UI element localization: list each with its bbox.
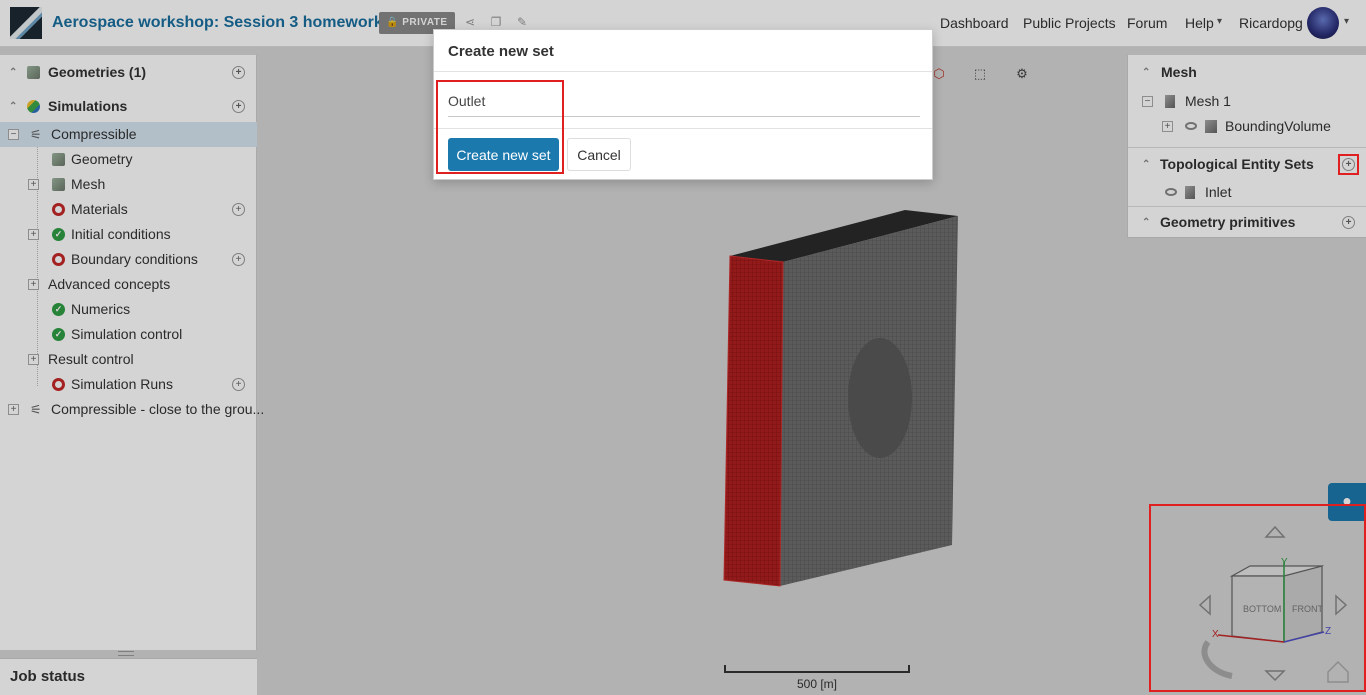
create-set-dialog: Create new set Create new set Cancel <box>433 29 933 180</box>
dialog-divider <box>434 71 932 72</box>
create-new-set-button[interactable]: Create new set <box>448 138 559 171</box>
cancel-button[interactable]: Cancel <box>567 138 631 171</box>
dialog-title: Create new set <box>448 43 554 60</box>
dialog-divider <box>434 128 932 129</box>
set-name-input[interactable] <box>448 86 920 117</box>
